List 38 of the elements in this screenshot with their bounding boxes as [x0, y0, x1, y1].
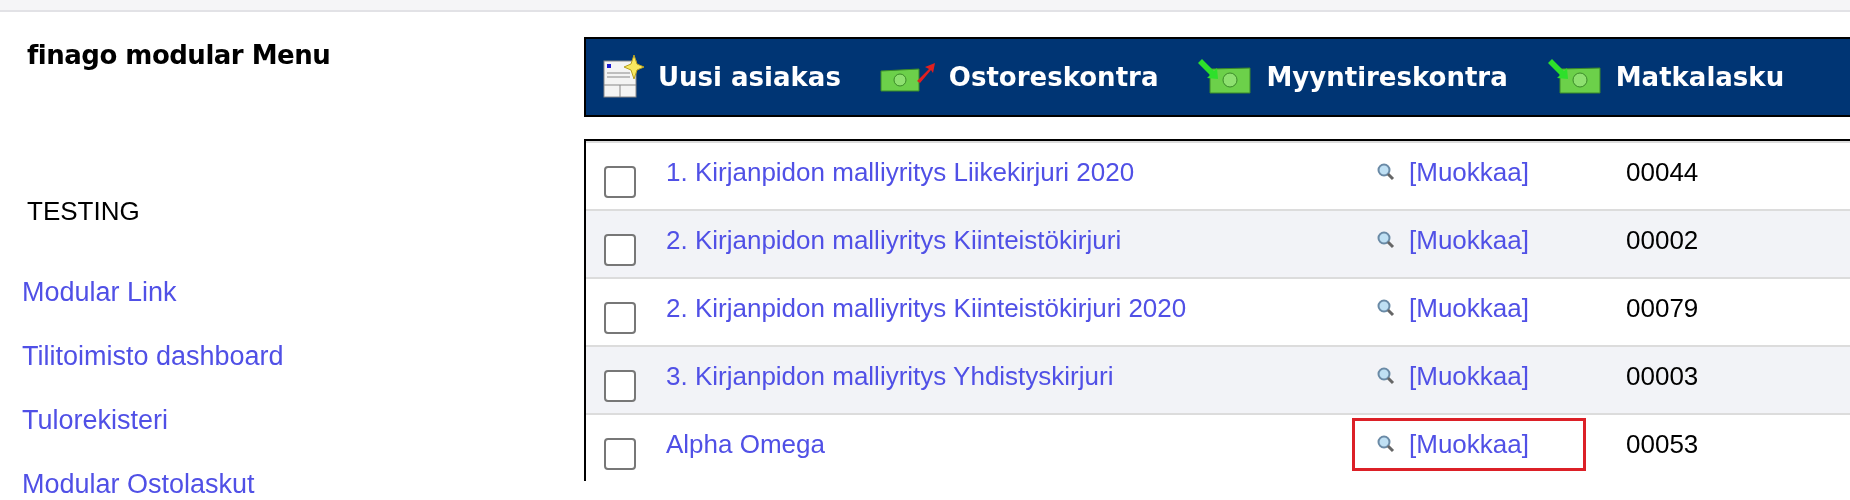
menu-title: finago modular Menu: [27, 40, 332, 70]
checkbox[interactable]: [604, 438, 636, 470]
sidebar-link[interactable]: Modular Ostolaskut: [22, 469, 584, 499]
search-icon[interactable]: [1377, 231, 1395, 249]
new-document-icon: [602, 55, 644, 99]
sidebar-link[interactable]: Modular Link: [22, 277, 584, 307]
checkbox[interactable]: [604, 166, 636, 198]
edit-link[interactable]: [Muokkaa]: [1409, 224, 1529, 256]
toolbar-button[interactable]: Myyntireskontra: [1196, 59, 1508, 95]
toolbar-button[interactable]: Matkalasku: [1545, 59, 1785, 95]
money-arrow-icon: [1196, 59, 1253, 95]
checkbox[interactable]: [604, 370, 636, 402]
edit-link[interactable]: [Muokkaa]: [1409, 156, 1529, 188]
company-link[interactable]: 2. Kirjanpidon malliyritys Kiinteistökirjuri 2020: [666, 292, 1352, 324]
search-icon[interactable]: [1377, 435, 1395, 453]
edit-link[interactable]: [Muokkaa]: [1409, 428, 1529, 460]
search-icon[interactable]: [1377, 163, 1395, 181]
company-link[interactable]: 1. Kirjanpidon malliyritys Liikekirjuri 2020: [666, 156, 1352, 188]
edit-link[interactable]: [Muokkaa]: [1409, 292, 1529, 324]
sidebar-link[interactable]: Tulorekisteri: [22, 405, 584, 435]
search-icon[interactable]: [1377, 299, 1395, 317]
company-link[interactable]: 2. Kirjanpidon malliyritys Kiinteistökirjuri: [666, 224, 1352, 256]
company-link[interactable]: 3. Kirjanpidon malliyritys Yhdistyskirjuri: [666, 360, 1352, 392]
toolbar-button[interactable]: Ostoreskontra: [878, 61, 1159, 93]
toolbar-button[interactable]: Uusi asiakas: [602, 55, 841, 99]
sidebar-link[interactable]: Tilitoimisto dashboard: [22, 341, 584, 371]
checkbox[interactable]: [604, 234, 636, 266]
checkbox[interactable]: [604, 302, 636, 334]
customer-number: 00053: [1626, 428, 1699, 460]
customer-number: 00002: [1626, 224, 1699, 256]
search-icon[interactable]: [1377, 367, 1395, 385]
money-arrow-icon: [878, 61, 935, 93]
customer-number: 00044: [1626, 156, 1699, 188]
section-heading: TESTING: [27, 196, 141, 227]
customer-number: 00003: [1626, 360, 1699, 392]
customer-number: 00079: [1626, 292, 1699, 324]
company-link[interactable]: Alpha Omega: [666, 428, 1352, 460]
edit-link[interactable]: [Muokkaa]: [1409, 360, 1529, 392]
